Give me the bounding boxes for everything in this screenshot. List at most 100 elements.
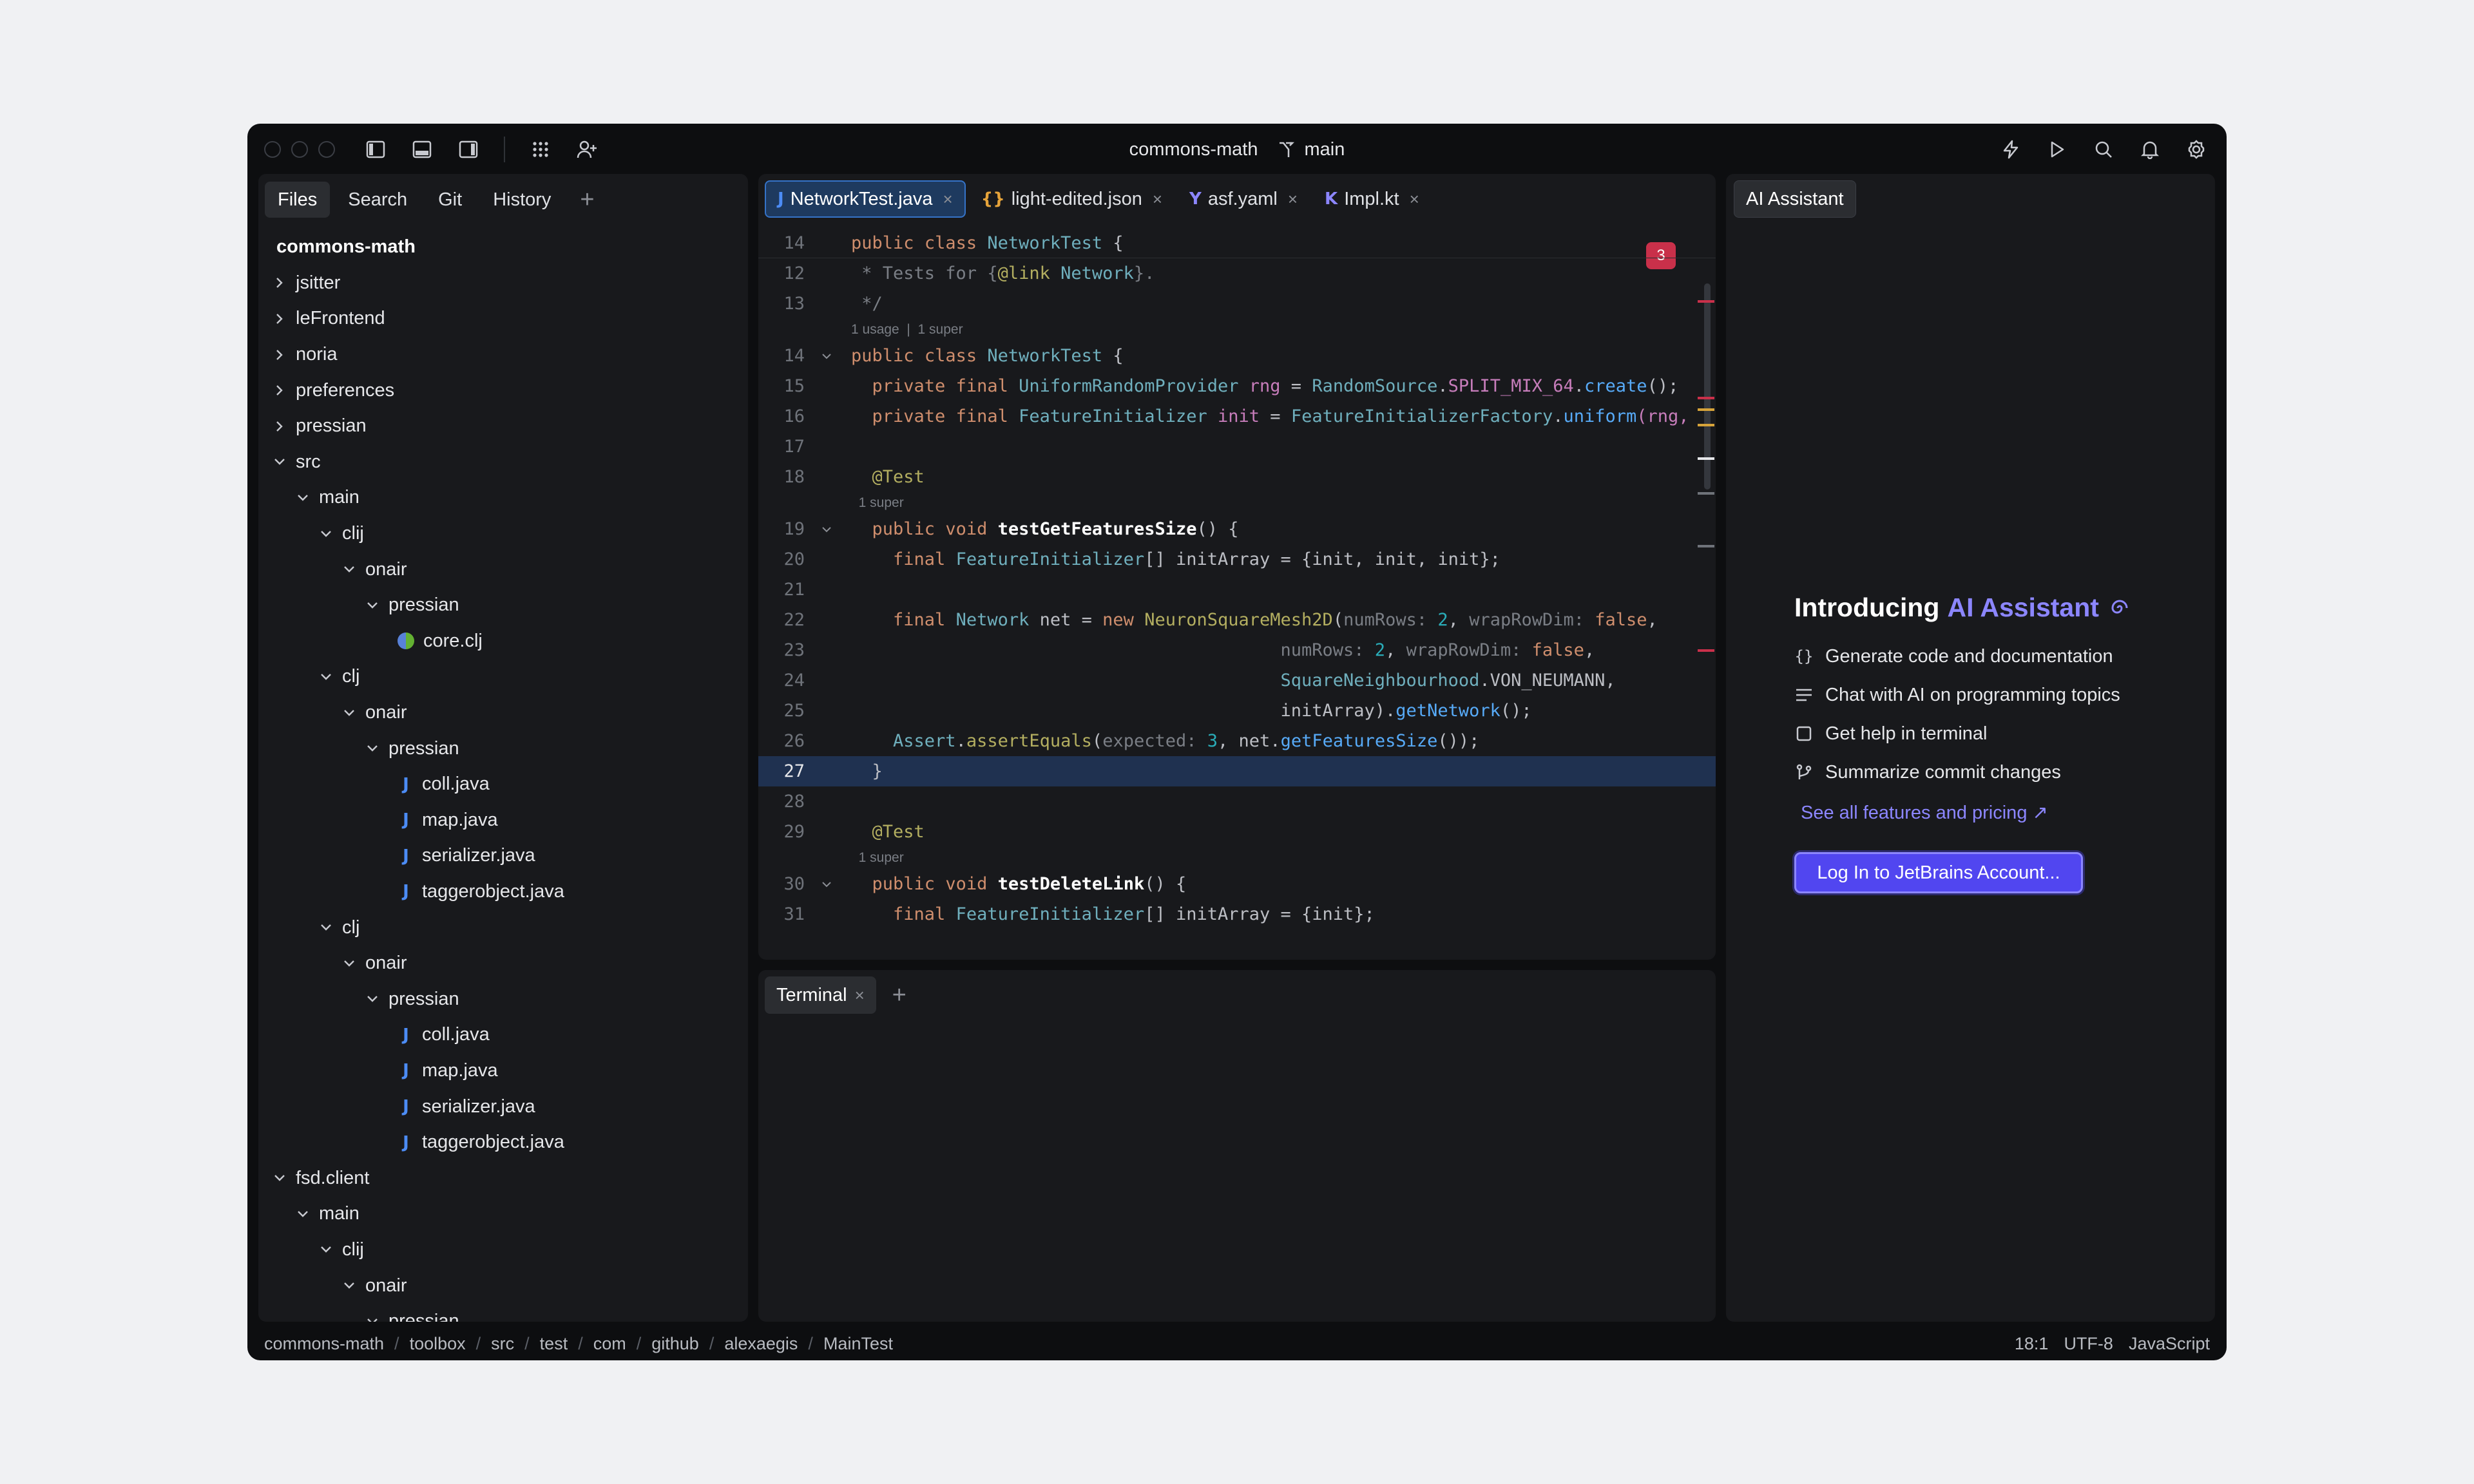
info-stripe-mark[interactable]	[1698, 545, 1714, 547]
chevron-down-icon[interactable]	[361, 1311, 383, 1322]
chevron-down-icon[interactable]	[292, 1203, 314, 1225]
chevron-down-icon[interactable]	[315, 917, 337, 938]
breadcrumb-item[interactable]: toolbox	[410, 1334, 466, 1354]
tree-root[interactable]: commons-math	[258, 229, 748, 265]
close-icon[interactable]: ×	[855, 985, 865, 1005]
tree-folder[interactable]: fsd.client	[258, 1160, 748, 1196]
breadcrumb-item[interactable]: test	[540, 1334, 568, 1354]
file-language[interactable]: JavaScript	[2129, 1334, 2210, 1354]
search-icon[interactable]	[2089, 135, 2118, 164]
chevron-down-icon[interactable]	[361, 737, 383, 759]
bell-icon[interactable]	[2135, 135, 2165, 164]
chevron-down-icon[interactable]	[338, 1275, 360, 1297]
breadcrumb-item[interactable]: github	[651, 1334, 699, 1354]
tree-folder[interactable]: clij	[258, 1232, 748, 1268]
breadcrumb-item[interactable]: src	[491, 1334, 514, 1354]
chevron-right-icon[interactable]	[269, 272, 291, 294]
tree-folder[interactable]: pressian	[258, 981, 748, 1017]
tree-folder[interactable]: jsitter	[258, 265, 748, 301]
branch-selector[interactable]: main	[1277, 139, 1345, 160]
file-encoding[interactable]: UTF-8	[2064, 1334, 2113, 1354]
tab-git[interactable]: Git	[425, 182, 475, 218]
tree-folder[interactable]: noria	[258, 337, 748, 373]
chevron-down-icon[interactable]	[338, 953, 360, 975]
super-hint[interactable]: 1 super	[758, 492, 1716, 514]
editor-tab[interactable]: K Impl.kt ×	[1313, 180, 1431, 218]
super-hint[interactable]: 1 super	[758, 847, 1716, 869]
chevron-down-icon[interactable]	[269, 1167, 291, 1189]
close-icon[interactable]: ×	[1288, 189, 1298, 209]
tree-file[interactable]: Jtaggerobject.java	[258, 874, 748, 910]
tree-folder[interactable]: leFrontend	[258, 301, 748, 337]
tree-file[interactable]: Jmap.java	[258, 1053, 748, 1089]
chevron-down-icon[interactable]	[315, 666, 337, 688]
code-area[interactable]: 14 public class NetworkTest { 12 * Tests…	[758, 228, 1716, 929]
tree-folder[interactable]: main	[258, 480, 748, 516]
add-tab-icon[interactable]: +	[569, 182, 605, 218]
tree-folder[interactable]: pressian	[258, 587, 748, 623]
close-icon[interactable]: ×	[1153, 189, 1162, 209]
caret-stripe-mark[interactable]	[1698, 457, 1714, 460]
tree-folder[interactable]: onair	[258, 551, 748, 587]
caret-position[interactable]: 18:1	[2015, 1334, 2049, 1354]
run-icon[interactable]	[2042, 135, 2072, 164]
tab-terminal[interactable]: Terminal ×	[765, 976, 876, 1014]
fold-chevron-icon[interactable]	[816, 352, 837, 360]
tree-folder[interactable]: src	[258, 444, 748, 480]
tree-folder[interactable]: main	[258, 1196, 748, 1232]
info-stripe-mark[interactable]	[1698, 492, 1714, 495]
tree-file[interactable]: Jcoll.java	[258, 766, 748, 803]
chevron-down-icon[interactable]	[361, 988, 383, 1010]
close-icon[interactable]: ×	[1410, 189, 1419, 209]
tree-folder[interactable]: pressian	[258, 408, 748, 444]
tree-file[interactable]: Jmap.java	[258, 803, 748, 839]
tree-file[interactable]: core.clj	[258, 623, 748, 660]
lightning-icon[interactable]	[1996, 135, 2026, 164]
breadcrumb-item[interactable]: MainTest	[823, 1334, 893, 1354]
tree-folder[interactable]: onair	[258, 1268, 748, 1304]
tree-file[interactable]: Jserializer.java	[258, 838, 748, 874]
warning-stripe-mark[interactable]	[1698, 408, 1714, 411]
tree-folder[interactable]: clj	[258, 909, 748, 946]
tree-folder[interactable]: clij	[258, 516, 748, 552]
new-terminal-icon[interactable]: +	[881, 977, 917, 1013]
tree-folder[interactable]: preferences	[258, 372, 748, 408]
error-stripe-mark[interactable]	[1698, 300, 1714, 303]
tree-folder[interactable]: pressian	[258, 1304, 748, 1322]
chevron-down-icon[interactable]	[315, 1239, 337, 1260]
tree-folder[interactable]: onair	[258, 946, 748, 982]
chevron-right-icon[interactable]	[269, 344, 291, 366]
error-stripe-mark[interactable]	[1698, 397, 1714, 399]
editor-tab[interactable]: {} light-edited.json ×	[970, 180, 1174, 218]
warning-stripe-mark[interactable]	[1698, 424, 1714, 426]
project-name[interactable]: commons-math	[1129, 139, 1258, 160]
usage-hint[interactable]: 1 usage | 1 super	[758, 319, 1716, 341]
chevron-right-icon[interactable]	[269, 308, 291, 330]
breadcrumb-item[interactable]: alexaegis	[724, 1334, 798, 1354]
chevron-down-icon[interactable]	[269, 451, 291, 473]
error-stripe-mark[interactable]	[1698, 649, 1714, 652]
chevron-down-icon[interactable]	[338, 558, 360, 580]
features-pricing-link[interactable]: See all features and pricing ↗	[1801, 798, 2194, 826]
tree-folder[interactable]: onair	[258, 695, 748, 731]
chevron-right-icon[interactable]	[269, 415, 291, 437]
tree-file[interactable]: Jtaggerobject.java	[258, 1125, 748, 1161]
fold-chevron-icon[interactable]	[816, 880, 837, 888]
tab-search[interactable]: Search	[335, 182, 420, 218]
fold-chevron-icon[interactable]	[816, 526, 837, 533]
tree-file[interactable]: Jcoll.java	[258, 1017, 748, 1053]
breadcrumb-item[interactable]: com	[593, 1334, 626, 1354]
chevron-down-icon[interactable]	[338, 702, 360, 724]
close-icon[interactable]: ×	[943, 189, 953, 209]
chevron-right-icon[interactable]	[269, 379, 291, 401]
breadcrumb-item[interactable]: commons-math	[264, 1334, 384, 1354]
chevron-down-icon[interactable]	[315, 523, 337, 545]
editor-tab[interactable]: Yasf.yaml ×	[1178, 180, 1309, 218]
tab-files[interactable]: Files	[265, 182, 331, 218]
tab-ai-assistant[interactable]: AI Assistant	[1734, 180, 1856, 218]
gear-icon[interactable]	[2182, 135, 2211, 164]
tab-history[interactable]: History	[480, 182, 564, 218]
chevron-down-icon[interactable]	[361, 595, 383, 616]
login-jetbrains-button[interactable]: Log In to JetBrains Account...	[1794, 852, 2083, 893]
tree-folder[interactable]: pressian	[258, 730, 748, 766]
